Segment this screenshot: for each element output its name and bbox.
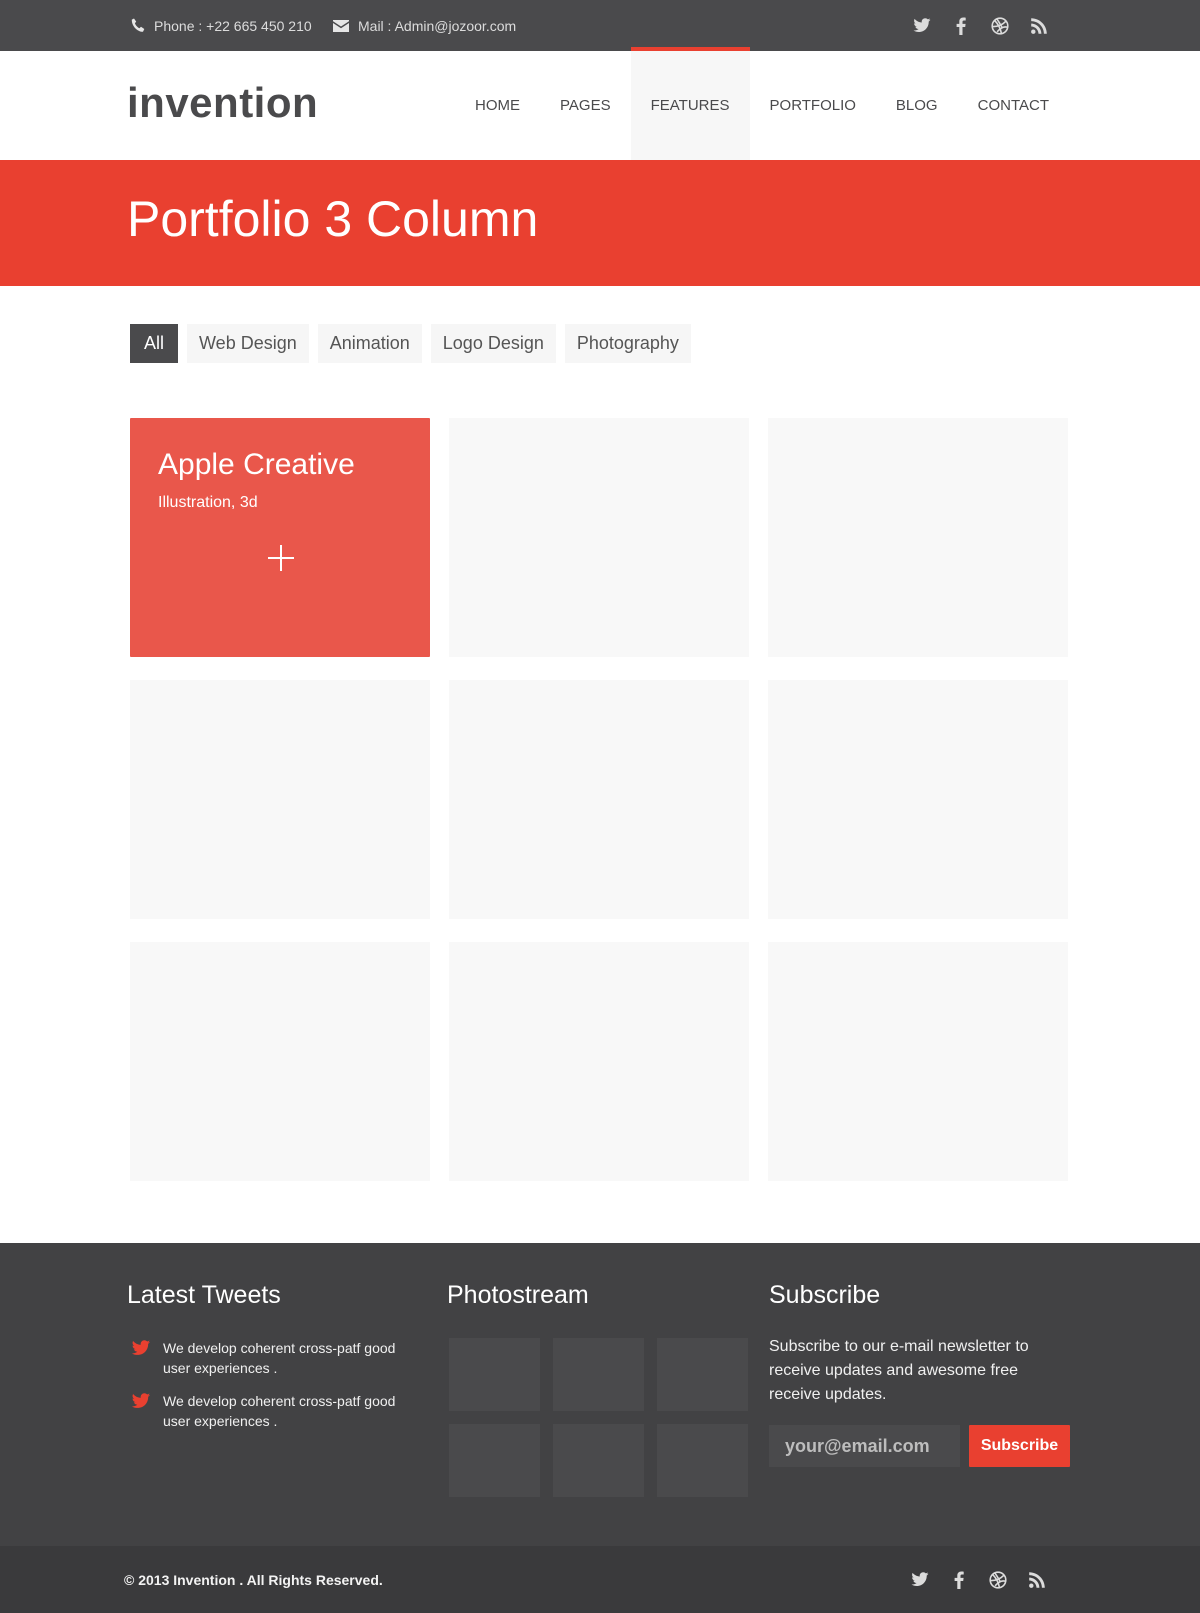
tweets-heading: Latest Tweets <box>127 1281 281 1309</box>
rss-icon[interactable] <box>1027 14 1050 37</box>
mail-text: Mail : Admin@jozoor.com <box>358 17 517 34</box>
portfolio-item[interactable] <box>130 942 430 1181</box>
nav-portfolio[interactable]: PORTFOLIO <box>750 51 876 160</box>
filter-photography[interactable]: Photography <box>564 324 691 363</box>
filter-all[interactable]: All <box>130 324 179 363</box>
portfolio-item[interactable] <box>768 680 1068 919</box>
portfolio-item-title: Apple Creative <box>158 448 355 481</box>
photostream-item[interactable] <box>657 1338 748 1411</box>
twitter-icon[interactable] <box>910 14 933 37</box>
photostream-item[interactable] <box>553 1424 644 1497</box>
phone-info: Phone : +22 665 450 210 <box>131 0 312 51</box>
rss-icon[interactable] <box>1025 1568 1048 1591</box>
page-title: Portfolio 3 Column <box>127 191 539 247</box>
dribbble-icon[interactable] <box>988 14 1011 37</box>
site-header: invention HOME PAGES FEATURES PORTFOLIO … <box>0 47 1200 160</box>
filter-web-design[interactable]: Web Design <box>187 324 309 363</box>
portfolio-item-featured[interactable]: Apple Creative Illustration, 3d <box>130 418 430 657</box>
portfolio-item[interactable] <box>449 418 749 657</box>
photostream-item[interactable] <box>449 1424 540 1497</box>
mail-info: Mail : Admin@jozoor.com <box>333 0 516 51</box>
subscribe-form: Subscribe <box>769 1425 1070 1467</box>
main-nav: HOME PAGES FEATURES PORTFOLIO BLOG CONTA… <box>455 47 1069 160</box>
portfolio-item[interactable] <box>449 680 749 919</box>
photostream-heading: Photostream <box>447 1281 589 1309</box>
facebook-icon[interactable] <box>947 1568 970 1591</box>
top-bar: Phone : +22 665 450 210 Mail : Admin@joz… <box>0 0 1200 51</box>
twitter-bird-icon <box>131 1393 151 1408</box>
bottom-bar: © 2013 Invention . All Rights Reserved. <box>0 1546 1200 1613</box>
nav-pages[interactable]: PAGES <box>540 51 631 160</box>
photostream-grid <box>449 1338 748 1497</box>
portfolio-filters: All Web Design Animation Logo Design Pho… <box>130 324 691 363</box>
facebook-icon[interactable] <box>949 14 972 37</box>
filter-logo-design[interactable]: Logo Design <box>430 324 556 363</box>
dribbble-icon[interactable] <box>986 1568 1009 1591</box>
page-title-band: Portfolio 3 Column <box>0 160 1200 286</box>
site-footer: Latest Tweets We develop coherent cross-… <box>0 1243 1200 1546</box>
nav-features[interactable]: FEATURES <box>630 47 750 160</box>
portfolio-item[interactable] <box>130 680 430 919</box>
copyright-text: © 2013 Invention . All Rights Reserved. <box>124 1571 383 1588</box>
phone-icon <box>131 18 145 32</box>
phone-text: Phone : +22 665 450 210 <box>154 17 312 34</box>
subscribe-description: Subscribe to our e-mail newsletter to re… <box>769 1338 1029 1403</box>
topbar-social <box>910 0 1050 51</box>
tweet-text: We develop coherent cross-patf good user… <box>163 1340 396 1376</box>
photostream-item[interactable] <box>657 1424 748 1497</box>
photostream-item[interactable] <box>449 1338 540 1411</box>
tweet-item: We develop coherent cross-patf good user… <box>131 1338 401 1378</box>
logo[interactable]: invention <box>127 79 318 127</box>
portfolio-item[interactable] <box>768 942 1068 1181</box>
photostream-item[interactable] <box>553 1338 644 1411</box>
portfolio-grid: Apple Creative Illustration, 3d <box>130 418 1070 1181</box>
email-field[interactable] <box>769 1425 960 1467</box>
footer-social <box>908 1546 1048 1613</box>
mail-icon <box>333 19 349 32</box>
plus-icon[interactable] <box>268 545 294 571</box>
portfolio-item[interactable] <box>768 418 1068 657</box>
subscribe-heading: Subscribe <box>769 1281 881 1309</box>
portfolio-item[interactable] <box>449 942 749 1181</box>
subscribe-button[interactable]: Subscribe <box>969 1425 1070 1467</box>
tweet-item: We develop coherent cross-patf good user… <box>131 1391 401 1431</box>
tweet-text: We develop coherent cross-patf good user… <box>163 1393 396 1429</box>
nav-blog[interactable]: BLOG <box>876 51 958 160</box>
twitter-icon[interactable] <box>908 1568 931 1591</box>
portfolio-item-category: Illustration, 3d <box>158 494 258 511</box>
nav-home[interactable]: HOME <box>455 51 540 160</box>
filter-animation[interactable]: Animation <box>317 324 422 363</box>
twitter-bird-icon <box>131 1340 151 1355</box>
nav-contact[interactable]: CONTACT <box>958 51 1069 160</box>
